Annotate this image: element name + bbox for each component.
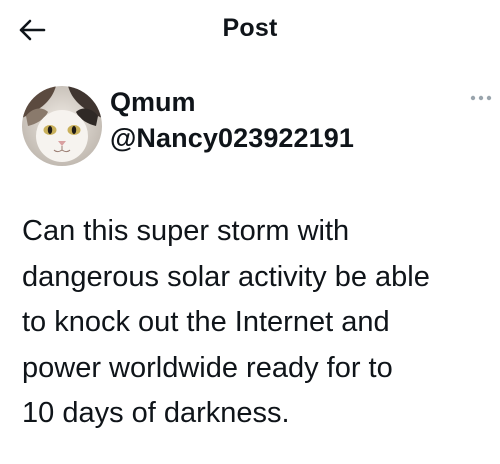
post-text: Can this super storm with dangerous sola…	[22, 215, 430, 429]
more-horizontal-icon	[470, 95, 492, 101]
display-name[interactable]: Qmum	[110, 86, 196, 118]
page-title: Post	[222, 14, 278, 42]
top-bar: Post	[0, 0, 500, 58]
post-author: Qmum @Nancy023922191	[22, 86, 492, 168]
avatar[interactable]	[22, 86, 102, 166]
cat-avatar	[22, 86, 102, 166]
more-options-button[interactable]	[466, 86, 496, 110]
user-handle[interactable]: @Nancy023922191	[110, 122, 354, 154]
